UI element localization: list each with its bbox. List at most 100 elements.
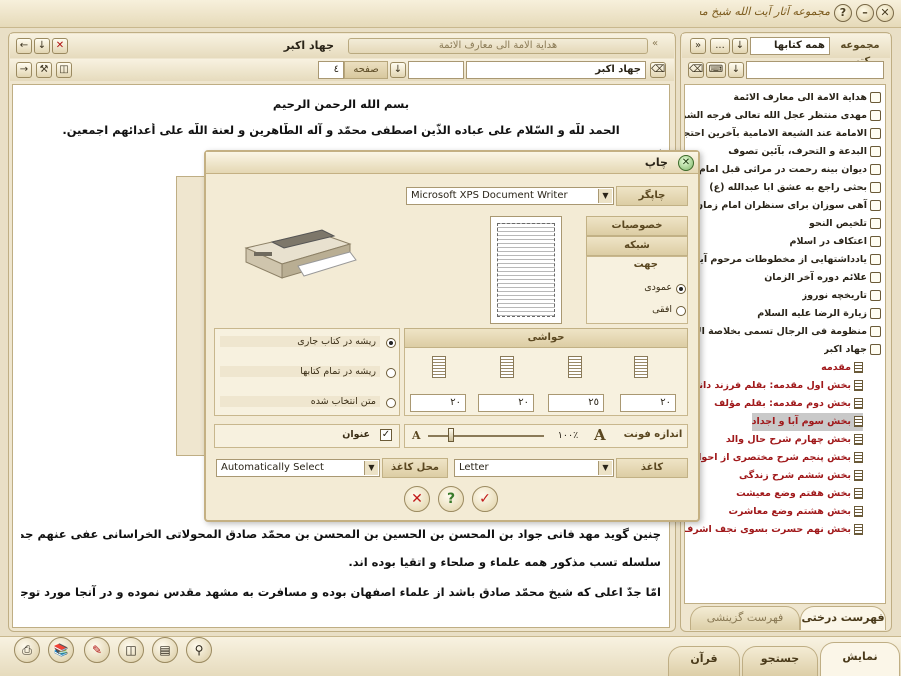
minimize-icon[interactable]: –: [856, 4, 874, 22]
eraser-icon[interactable]: ⌫: [650, 62, 666, 78]
cancel-icon[interactable]: ✕: [404, 486, 430, 512]
tree-book-label: منظومة فى الرجال تسمى بخلاصة الأقوال: [684, 326, 867, 337]
printer-select[interactable]: Microsoft XPS Document Writer ▼: [406, 187, 614, 205]
tree-chapter-selected[interactable]: بخش سوم آبا و اجداد: [751, 413, 863, 431]
title-checkbox[interactable]: ✓: [380, 429, 392, 441]
tree-chapter[interactable]: بخش نهم حسرت بسوى نجف اشرف: [684, 521, 863, 539]
margin-left-input[interactable]: ٢٠: [410, 394, 466, 412]
doc-line: امّا جدّ اعلى كه شيخ محمّد صادق باشد از …: [21, 585, 661, 599]
layout-icon[interactable]: ◫: [118, 637, 144, 663]
close-icon[interactable]: ✕: [678, 155, 694, 171]
split-icon[interactable]: ▤: [152, 637, 178, 663]
help-icon[interactable]: ?: [834, 4, 852, 22]
tree-book[interactable]: تاريخچه نوروز: [802, 287, 881, 305]
tree-book[interactable]: ديوان بينه رحمت در مراثى قبل امام: [699, 161, 881, 179]
arrow-right-icon[interactable]: →: [16, 62, 32, 78]
page-number-input[interactable]: ٤: [318, 61, 344, 79]
tree-book[interactable]: منظومة فى الرجال تسمى بخلاصة الأقوال: [684, 323, 881, 341]
chevron-double-right-icon[interactable]: »: [690, 38, 706, 54]
tree-chapter[interactable]: بخش پنجم شرح مختصرى از احوال: [690, 449, 863, 467]
tab-display[interactable]: نمايش: [820, 642, 900, 676]
book-icon: [870, 164, 881, 175]
help-icon[interactable]: ?: [438, 486, 464, 512]
book-tree[interactable]: هداية الامة الى معارف الائمة مهدى منتظر …: [684, 84, 886, 604]
confirm-icon[interactable]: ✓: [472, 486, 498, 512]
sidebar-title: مجموعه کتب: [840, 40, 880, 67]
chevron-down-icon[interactable]: ▼: [598, 189, 612, 203]
tree-chapter[interactable]: بخش هفتم وضع معيشت: [736, 485, 863, 503]
more-button[interactable]: ...: [710, 38, 730, 54]
tab-tree-index[interactable]: فهرست درختى: [800, 606, 886, 630]
tree-book[interactable]: بحثى راجع به عشق ابا عبدالله (ع): [709, 179, 881, 197]
doc-line: بسم الله الرحمن الرحيم: [272, 97, 410, 111]
tree-chapter[interactable]: بخش اول مقدمه: بقلم فرزند دانشمند: [685, 377, 863, 395]
chevron-down-icon[interactable]: ▼: [364, 461, 378, 475]
arrow-down-icon[interactable]: ↓: [34, 38, 50, 54]
books-icon[interactable]: 📚: [48, 637, 74, 663]
tree-book[interactable]: تلخيص النحو: [809, 215, 881, 233]
tree-book[interactable]: اعتكاف در اسلام: [790, 233, 881, 251]
print-icon[interactable]: ⎙: [14, 637, 40, 663]
edit-icon[interactable]: ✎: [84, 637, 110, 663]
book-icon: [870, 290, 881, 301]
orientation-portrait-radio[interactable]: [676, 284, 686, 294]
wrench-icon[interactable]: ⚒: [36, 62, 52, 78]
eraser-icon-2[interactable]: ⌫: [688, 62, 704, 78]
book-filter-select[interactable]: همه کتابها: [750, 37, 830, 55]
margin-bottom-input[interactable]: ٢٥: [548, 394, 604, 412]
scope-all-books-radio[interactable]: [386, 368, 396, 378]
book-icon: [870, 92, 881, 103]
chevron-double-left-icon[interactable]: «: [652, 38, 668, 54]
tree-chapter[interactable]: بخش ششم شرح زندگى: [739, 467, 863, 485]
tree-book[interactable]: علائم دوره آخر الزمان: [764, 269, 881, 287]
printer-icon: [244, 229, 357, 279]
arrow-down-icon-3[interactable]: ↓: [732, 38, 748, 54]
font-size-slider-track[interactable]: [428, 435, 544, 437]
current-book-title: جهاد اکبر: [283, 39, 334, 52]
orientation-landscape-radio[interactable]: [676, 306, 686, 316]
page-icon: [854, 488, 863, 499]
properties-button[interactable]: خصوصيات: [586, 216, 688, 236]
paper-source-select[interactable]: Automatically Select ▼: [216, 459, 380, 477]
tree-book[interactable]: آهى سوزان براى سنظران امام زمان: [695, 197, 881, 215]
close-icon[interactable]: ✕: [876, 4, 894, 22]
sidebar-search-input[interactable]: [746, 61, 884, 79]
tree-book[interactable]: البدعة و التحرف، بآئين تصوف: [728, 143, 881, 161]
paper-select[interactable]: Letter ▼: [454, 459, 614, 477]
book-icon: [870, 146, 881, 157]
zoom-icon[interactable]: ⚲: [186, 637, 212, 663]
arrow-left-icon[interactable]: ←: [16, 38, 32, 54]
page-extra-input[interactable]: [408, 61, 464, 79]
window-icon[interactable]: ◫: [56, 62, 72, 78]
margin-bottom-icon: [568, 356, 582, 378]
tree-chapter[interactable]: بخش چهارم شرح حال والد: [726, 431, 863, 449]
tree-book-open[interactable]: جهاد اکبر: [824, 341, 881, 359]
tab-search[interactable]: جستجو: [742, 646, 818, 676]
tree-chapter[interactable]: بخش دوم مقدمه: بقلم مؤلف: [714, 395, 863, 413]
margin-top-input[interactable]: ٢٠: [478, 394, 534, 412]
tree-book[interactable]: هداية الامة الى معارف الائمة: [733, 89, 881, 107]
book-icon: [870, 236, 881, 247]
tree-book[interactable]: مهدى منتظر عجل الله تعالى فرجه الشريف: [685, 107, 881, 125]
arrow-down-icon-2[interactable]: ↓: [390, 62, 406, 78]
network-button[interactable]: شبكه: [586, 236, 688, 256]
search-input[interactable]: جهاد اکبر: [466, 61, 646, 79]
margin-right-input[interactable]: ٢٠: [620, 394, 676, 412]
tree-book[interactable]: الامامة عند الشيعة الامامية بآخرين احتجا…: [685, 125, 881, 143]
tree-chapter-label: بخش چهارم شرح حال والد: [725, 434, 851, 445]
keyboard-icon[interactable]: ⌨: [706, 62, 726, 78]
scope-current-book-radio[interactable]: [386, 338, 396, 348]
arrow-down-icon-4[interactable]: ↓: [728, 62, 744, 78]
tab-selective-index[interactable]: فهرست گزينشى: [690, 606, 800, 630]
chevron-down-icon[interactable]: ▼: [598, 461, 612, 475]
tree-chapter-label: بخش نهم حسرت بسوى نجف اشرف: [684, 524, 851, 535]
tree-chapter[interactable]: مقدمه: [821, 359, 863, 377]
tree-book[interactable]: يادداشتهايى از مخطوطات مرحوم آيت: [690, 251, 881, 269]
tab-quran[interactable]: قرآن: [668, 646, 740, 676]
tree-chapter[interactable]: بخش هشتم وضع معاشرت: [728, 503, 863, 521]
scope-selected-text-radio[interactable]: [386, 398, 396, 408]
tree-book-label: يادداشتهايى از مخطوطات مرحوم آيت: [690, 254, 867, 265]
tree-book[interactable]: زيارة الرضا عليه السلام: [757, 305, 881, 323]
font-size-slider-thumb[interactable]: [448, 428, 455, 442]
close-book-icon[interactable]: ✕: [52, 38, 68, 54]
